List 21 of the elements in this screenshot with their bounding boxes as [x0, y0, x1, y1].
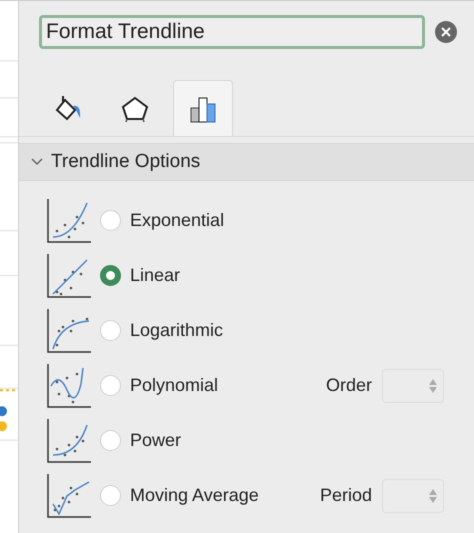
close-icon	[441, 27, 451, 37]
chevron-icon[interactable]	[31, 158, 43, 166]
tab[interactable]	[173, 80, 233, 136]
pane-title-field[interactable]: Format Trendline	[39, 15, 425, 49]
trendline-chart-icon	[47, 474, 91, 518]
section-title: Trendline Options	[51, 150, 200, 174]
field-label: Period	[318, 484, 372, 507]
trendline-chart-icon	[47, 198, 91, 242]
option-label: Power	[130, 429, 182, 452]
trendline-chart-icon	[47, 308, 91, 352]
option-label: Moving Average	[130, 484, 260, 507]
option-label: Linear	[130, 264, 182, 287]
option-label: Exponential	[130, 209, 226, 232]
close-button[interactable]	[435, 21, 457, 43]
radio-button[interactable]	[100, 265, 121, 286]
field-label: Order	[324, 374, 372, 397]
trendline-chart-icon	[47, 364, 91, 408]
option-label: Logarithmic	[130, 319, 224, 342]
trendline-chart-icon	[47, 254, 91, 298]
option-label: Polynomial	[130, 374, 220, 397]
trendline-chart-icon	[47, 418, 91, 462]
